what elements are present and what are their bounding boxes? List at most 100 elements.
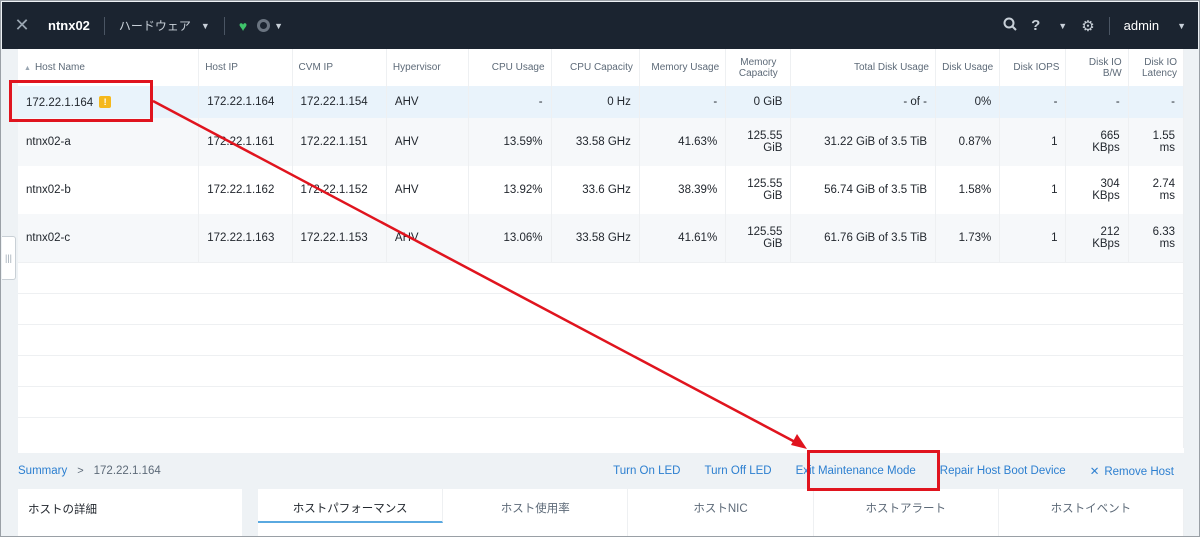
action-bar: Summary > 172.22.1.164 Turn On LED Turn … <box>18 453 1184 489</box>
column-header[interactable]: Memory Capacity <box>725 49 792 86</box>
breadcrumb-summary-link[interactable]: Summary <box>18 465 67 477</box>
memory-usage-cell: - <box>639 86 727 118</box>
disk-bw-cell: 304 KBps <box>1065 166 1129 214</box>
top-nav-bar: ✕ ntnx02 ハードウェア ▼ ♥ ▼ ? ▼ ⚙ admin ▼ <box>2 2 1198 49</box>
cluster-name[interactable]: ntnx02 <box>48 18 90 33</box>
column-header[interactable]: Disk IO Latency <box>1128 49 1185 86</box>
user-menu[interactable]: admin <box>1124 18 1159 33</box>
health-heart-icon[interactable]: ♥ <box>239 18 247 34</box>
tasks-ring-icon[interactable] <box>257 19 271 32</box>
hypervisor-cell: AHV <box>386 118 470 166</box>
disk-usage-cell: 0% <box>935 86 1001 118</box>
cpu-capacity-cell: 33.6 GHz <box>551 166 640 214</box>
memory-capacity-cell: 125.55 GiB <box>725 118 792 166</box>
host-table: ▲ Host Name Host IP CVM IP Hypervisor CPU… <box>18 49 1185 448</box>
host-ip-cell: 172.22.1.164 <box>198 86 293 118</box>
column-header[interactable]: CPU Usage <box>468 49 552 86</box>
chevron-right-icon: > <box>77 465 84 477</box>
turn-off-led-button[interactable]: Turn Off LED <box>704 465 771 477</box>
disk-latency-cell: 2.74 ms <box>1128 166 1185 214</box>
nutanix-logo-icon[interactable]: ✕ <box>2 2 42 49</box>
table-row-selected[interactable]: 172.22.1.164! 172.22.1.164 172.22.1.154 … <box>18 86 1185 118</box>
disk-bw-cell: 212 KBps <box>1065 214 1129 262</box>
disk-usage-cell: 1.73% <box>935 214 1001 262</box>
disk-latency-cell: 1.55 ms <box>1128 118 1185 166</box>
tab-host-events[interactable]: ホストイベント <box>999 489 1185 536</box>
side-panel-handle[interactable]: ||| <box>2 236 16 280</box>
empty-row <box>18 261 1184 293</box>
tab-host-usage[interactable]: ホスト使用率 <box>443 489 629 536</box>
disk-bw-cell: - <box>1065 86 1129 118</box>
cvm-ip-cell: 172.22.1.152 <box>292 166 387 214</box>
column-header[interactable]: CPU Capacity <box>551 49 640 86</box>
close-icon: ✕ <box>1089 466 1100 478</box>
host-table-panel: ▲ Host Name Host IP CVM IP Hypervisor CPU… <box>18 49 1185 453</box>
cvm-ip-cell: 172.22.1.154 <box>292 86 387 118</box>
app-window: ✕ ntnx02 ハードウェア ▼ ♥ ▼ ? ▼ ⚙ admin ▼ ▲ Ho… <box>0 0 1200 537</box>
hypervisor-cell: AHV <box>386 166 470 214</box>
chevron-down-icon[interactable]: ▼ <box>201 21 210 31</box>
table-row[interactable]: ntnx02-b 172.22.1.162 172.22.1.152 AHV 1… <box>18 166 1185 214</box>
gear-icon[interactable]: ⚙ <box>1081 17 1094 35</box>
column-header[interactable]: Host IP <box>198 49 293 86</box>
help-icon[interactable]: ? <box>1031 17 1040 34</box>
cpu-capacity-cell: 0 Hz <box>551 86 640 118</box>
total-disk-usage-cell: 31.22 GiB of 3.5 TiB <box>790 118 936 166</box>
empty-row <box>18 385 1184 417</box>
cpu-usage-cell: 13.06% <box>468 214 552 262</box>
host-tabs: ホストパフォーマンス ホスト使用率 ホストNIC ホストアラート ホストイベント <box>258 489 1185 536</box>
divider <box>223 16 225 35</box>
column-header[interactable]: Disk Usage <box>935 49 1001 86</box>
disk-usage-cell: 0.87% <box>935 118 1001 166</box>
table-row[interactable]: ntnx02-c 172.22.1.163 172.22.1.153 AHV 1… <box>18 214 1185 262</box>
turn-on-led-button[interactable]: Turn On LED <box>613 465 680 477</box>
host-details-panel: ホストの詳細 <box>18 489 242 536</box>
tab-host-nic[interactable]: ホストNIC <box>628 489 814 536</box>
view-selector[interactable]: ハードウェア <box>119 17 197 34</box>
disk-iops-cell: 1 <box>999 214 1067 262</box>
host-name-cell[interactable]: ntnx02-a <box>18 118 200 166</box>
chevron-down-icon[interactable]: ▼ <box>1058 21 1067 31</box>
repair-host-boot-device-button[interactable]: Repair Host Boot Device <box>940 465 1066 477</box>
cpu-usage-cell: 13.59% <box>468 118 552 166</box>
disk-latency-cell: 6.33 ms <box>1128 214 1185 262</box>
table-row[interactable]: ntnx02-a 172.22.1.161 172.22.1.151 AHV 1… <box>18 118 1185 166</box>
memory-capacity-cell: 0 GiB <box>725 86 792 118</box>
cpu-usage-cell: 13.92% <box>468 166 552 214</box>
column-header[interactable]: Disk IO B/W <box>1065 49 1129 86</box>
disk-bw-cell: 665 KBps <box>1065 118 1129 166</box>
tab-host-alerts[interactable]: ホストアラート <box>814 489 999 536</box>
column-header[interactable]: Memory Usage <box>639 49 727 86</box>
breadcrumb-current: 172.22.1.164 <box>93 465 161 477</box>
empty-row <box>18 323 1184 355</box>
cpu-capacity-cell: 33.58 GHz <box>551 118 640 166</box>
table-header-row: ▲ Host Name Host IP CVM IP Hypervisor CPU… <box>18 49 1185 86</box>
annotation-highlight-exit-maintenance <box>807 450 940 491</box>
column-header[interactable]: Total Disk Usage <box>790 49 936 86</box>
annotation-highlight-host <box>9 80 153 122</box>
host-ip-cell: 172.22.1.162 <box>198 166 293 214</box>
sort-arrow-icon: ▲ <box>24 65 31 72</box>
column-header[interactable]: Hypervisor <box>386 49 470 86</box>
host-details-title: ホストの詳細 <box>28 504 97 516</box>
top-right-controls: ? ▼ ⚙ admin ▼ <box>1003 2 1186 49</box>
empty-row <box>18 354 1184 386</box>
column-header[interactable]: Disk IOPS <box>999 49 1067 86</box>
remove-host-button[interactable]: ✕ Remove Host <box>1090 464 1174 478</box>
chevron-down-icon[interactable]: ▼ <box>1177 21 1186 31</box>
disk-iops-cell: 1 <box>999 118 1067 166</box>
host-ip-cell: 172.22.1.161 <box>198 118 293 166</box>
cpu-usage-cell: - <box>468 86 552 118</box>
memory-capacity-cell: 125.55 GiB <box>725 214 792 262</box>
memory-usage-cell: 41.61% <box>639 214 727 262</box>
memory-usage-cell: 38.39% <box>639 166 727 214</box>
cpu-capacity-cell: 33.58 GHz <box>551 214 640 262</box>
host-name-cell[interactable]: ntnx02-b <box>18 166 200 214</box>
tab-host-performance[interactable]: ホストパフォーマンス <box>258 489 444 523</box>
column-header[interactable]: CVM IP <box>292 49 387 86</box>
empty-row <box>18 416 1184 448</box>
search-icon[interactable] <box>1003 17 1017 35</box>
chevron-down-icon[interactable]: ▼ <box>274 21 283 31</box>
host-name-cell[interactable]: ntnx02-c <box>18 214 200 262</box>
total-disk-usage-cell: 56.74 GiB of 3.5 TiB <box>790 166 936 214</box>
